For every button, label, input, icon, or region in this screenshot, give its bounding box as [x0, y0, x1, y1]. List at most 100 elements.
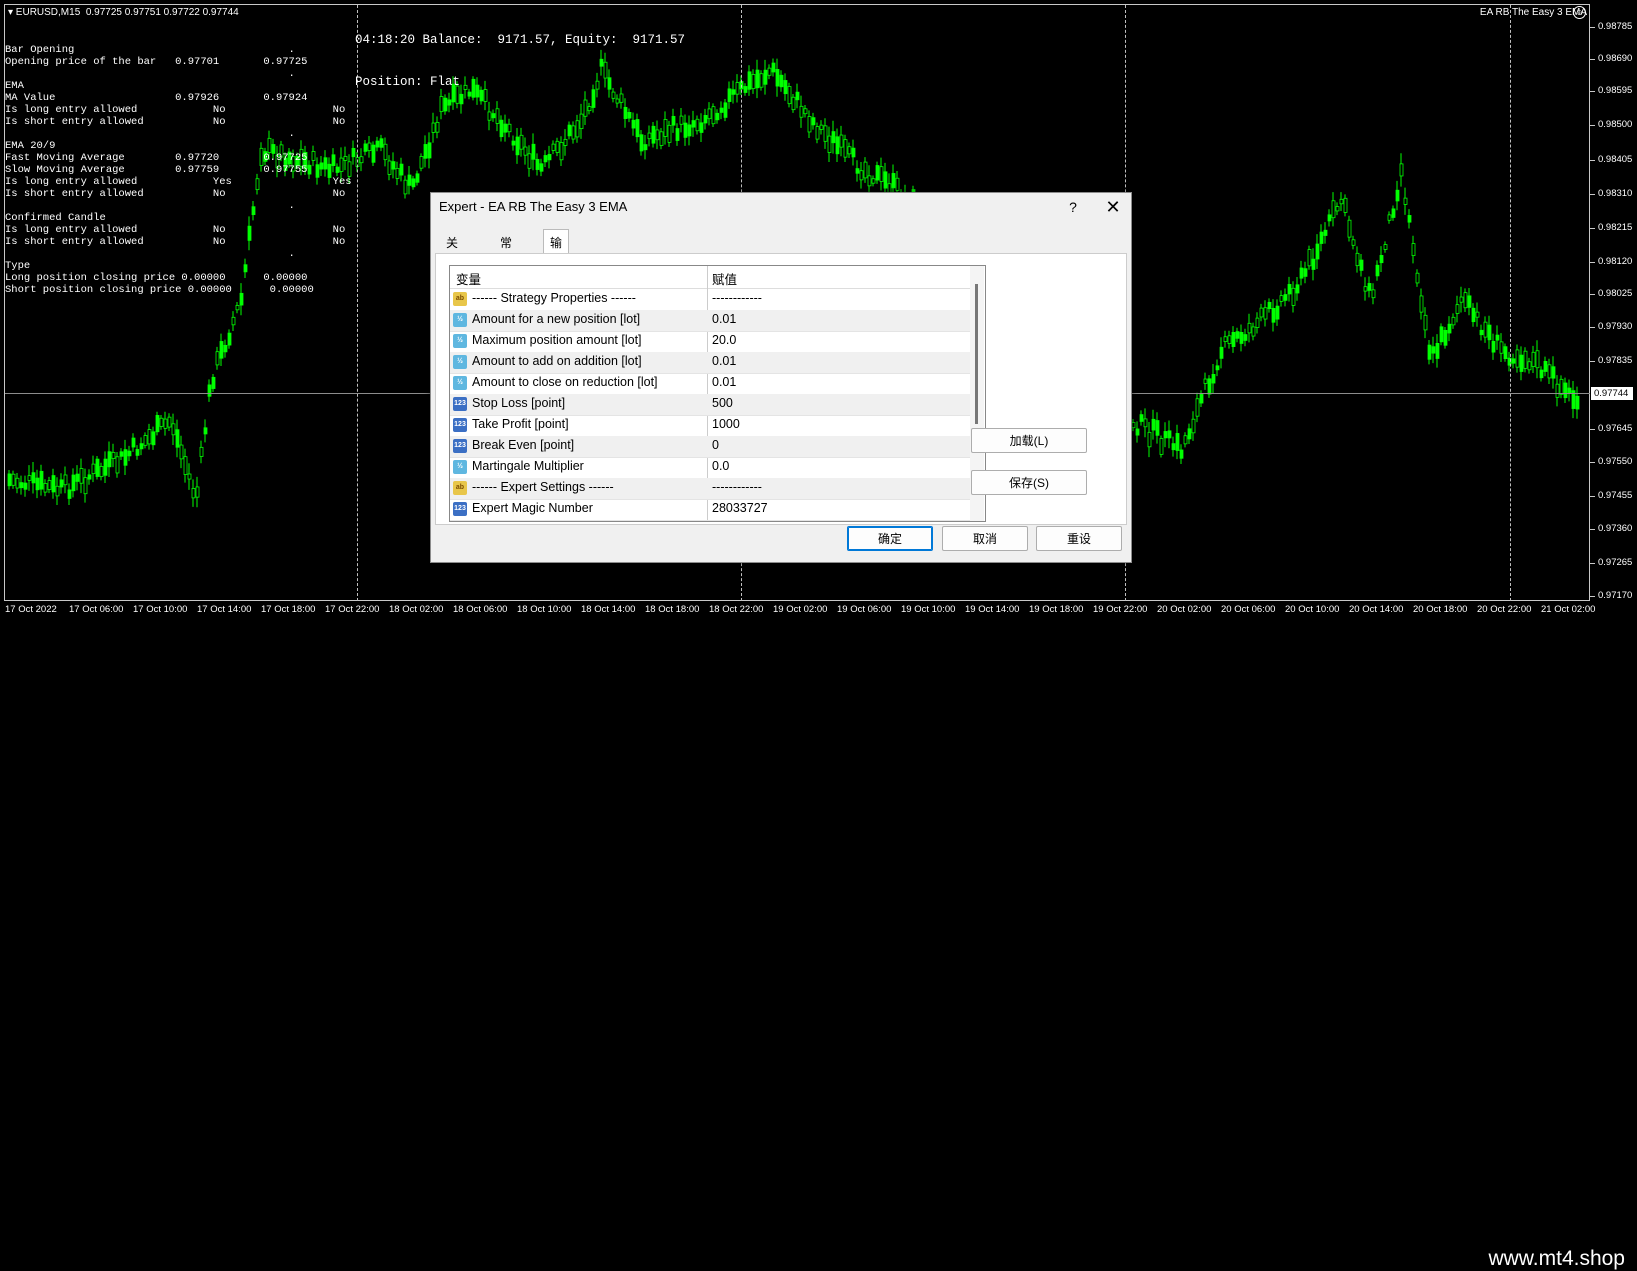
double-type-icon: ½	[453, 376, 467, 390]
time-label: 19 Oct 02:00	[773, 604, 828, 615]
price-tick	[1590, 59, 1595, 60]
ok-button[interactable]: 确定	[847, 526, 933, 551]
balance-line: 04:18:20 Balance: 9171.57, Equity: 9171.…	[355, 33, 686, 47]
param-row[interactable]: ½ Amount for a new position [lot] 0.01	[450, 310, 970, 332]
price-label: 0.97360	[1598, 523, 1633, 534]
info-line: .	[5, 200, 295, 212]
double-type-icon: ½	[453, 313, 467, 327]
price-label: 0.97930	[1598, 321, 1633, 332]
price-label: 0.98310	[1598, 188, 1633, 199]
info-line: Opening price of the bar 0.97701 0.97725	[5, 56, 308, 68]
smiley-icon[interactable]: ☺	[1573, 6, 1586, 19]
param-row[interactable]: 123 Take Profit [point] 1000	[450, 415, 970, 437]
double-type-icon: ½	[453, 334, 467, 348]
price-tick	[1590, 496, 1595, 497]
param-row[interactable]: ab ------ Strategy Properties ------ -----…	[450, 289, 970, 311]
price-label: 0.98215	[1598, 222, 1633, 233]
time-label: 18 Oct 02:00	[389, 604, 444, 615]
param-value[interactable]: 0.01	[712, 354, 736, 368]
time-label: 20 Oct 10:00	[1285, 604, 1340, 615]
info-line: Is short entry allowed No No	[5, 236, 346, 248]
price-tick	[1590, 91, 1595, 92]
balance-readout: 04:18:20 Balance: 9171.57, Equity: 9171.…	[355, 5, 685, 117]
tab-inputs[interactable]: 输入参数	[543, 229, 570, 328]
integer-type-icon: 123	[453, 439, 467, 453]
param-value[interactable]: 0.01	[712, 312, 736, 326]
reset-button[interactable]: 重设	[1036, 526, 1122, 551]
time-label: 20 Oct 18:00	[1413, 604, 1468, 615]
time-label: 20 Oct 22:00	[1477, 604, 1532, 615]
param-value[interactable]: ------------	[712, 291, 762, 305]
scrollbar-thumb[interactable]	[975, 284, 978, 424]
param-row[interactable]: 123 Expert Magic Number 28033727	[450, 499, 970, 521]
price-tick	[1590, 462, 1595, 463]
save-button[interactable]: 保存(S)	[971, 470, 1087, 495]
price-label: 0.98120	[1598, 256, 1633, 267]
close-button[interactable]: ✕	[1096, 193, 1130, 221]
position-line: Position: Flat	[355, 75, 461, 89]
info-line: Long position closing price 0.00000 0.00…	[5, 272, 308, 284]
info-line: .	[5, 68, 295, 80]
time-label: 17 Oct 22:00	[325, 604, 380, 615]
param-name: Stop Loss [point]	[472, 396, 566, 410]
column-variable[interactable]: 变量	[456, 269, 481, 288]
param-value[interactable]: 28033727	[712, 501, 768, 515]
param-row[interactable]: ab ------ Expert Settings ------ ---------…	[450, 478, 970, 500]
param-row[interactable]: ½ Amount to close on reduction [lot] 0.01	[450, 373, 970, 395]
watermark: www.mt4.shop	[1488, 1247, 1625, 1270]
info-line: Confirmed Candle	[5, 212, 106, 224]
tab-about[interactable]: 关于	[439, 231, 465, 272]
price-tick	[1590, 596, 1595, 597]
time-label: 18 Oct 10:00	[517, 604, 572, 615]
info-line: Is short entry allowed No No	[5, 188, 346, 200]
price-tick	[1590, 529, 1595, 530]
time-label: 17 Oct 18:00	[261, 604, 316, 615]
param-name: Amount to add on addition [lot]	[472, 354, 642, 368]
param-value[interactable]: ------------	[712, 480, 762, 494]
price-tick	[1590, 294, 1595, 295]
string-type-icon: ab	[453, 292, 467, 306]
params-grid[interactable]: 变量 赋值 ab ------ Strategy Properties -----…	[449, 265, 986, 522]
price-tick	[1590, 27, 1595, 28]
price-tick	[1590, 361, 1595, 362]
time-label: 17 Oct 14:00	[197, 604, 252, 615]
param-row[interactable]: ½ Amount to add on addition [lot] 0.01	[450, 352, 970, 374]
price-tick	[1590, 262, 1595, 263]
param-row[interactable]: 123 Stop Loss [point] 500	[450, 394, 970, 416]
help-button[interactable]: ?	[1056, 193, 1090, 221]
price-label: 0.98595	[1598, 85, 1633, 96]
info-line: Slow Moving Average 0.97759 0.97755	[5, 164, 308, 176]
cancel-button[interactable]: 取消	[942, 526, 1028, 551]
time-label: 18 Oct 18:00	[645, 604, 700, 615]
grid-header: 变量 赋值	[450, 266, 970, 289]
info-line: EMA 20/9	[5, 140, 56, 152]
time-label: 18 Oct 22:00	[709, 604, 764, 615]
param-row[interactable]: 123 Break Even [point] 0	[450, 436, 970, 458]
price-tick	[1590, 429, 1595, 430]
time-label: 21 Oct 02:00	[1541, 604, 1596, 615]
info-line: Is long entry allowed Yes Yes	[5, 176, 352, 188]
param-value[interactable]: 20.0	[712, 333, 736, 347]
price-label: 0.97170	[1598, 590, 1633, 601]
integer-type-icon: 123	[453, 418, 467, 432]
info-line: MA Value 0.97926 0.97924	[5, 92, 308, 104]
period-separator	[1510, 5, 1511, 601]
load-button[interactable]: 加载(L)	[971, 428, 1087, 453]
param-value[interactable]: 500	[712, 396, 733, 410]
column-value[interactable]: 赋值	[712, 269, 737, 288]
param-name: Break Even [point]	[472, 438, 575, 452]
param-value[interactable]: 0	[712, 438, 719, 452]
info-line: Is short entry allowed No No	[5, 116, 346, 128]
integer-type-icon: 123	[453, 502, 467, 516]
info-line: .	[5, 128, 295, 140]
dialog-title: Expert - EA RB The Easy 3 EMA	[439, 199, 628, 214]
price-label: 0.97550	[1598, 456, 1633, 467]
param-row[interactable]: ½ Martingale Multiplier 0.0	[450, 457, 970, 479]
param-value[interactable]: 0.01	[712, 375, 736, 389]
param-value[interactable]: 0.0	[712, 459, 729, 473]
time-label: 19 Oct 06:00	[837, 604, 892, 615]
param-value[interactable]: 1000	[712, 417, 740, 431]
param-row[interactable]: ½ Maximum position amount [lot] 20.0	[450, 331, 970, 353]
tab-common[interactable]: 常用	[493, 231, 519, 272]
price-label: 0.97835	[1598, 355, 1633, 366]
